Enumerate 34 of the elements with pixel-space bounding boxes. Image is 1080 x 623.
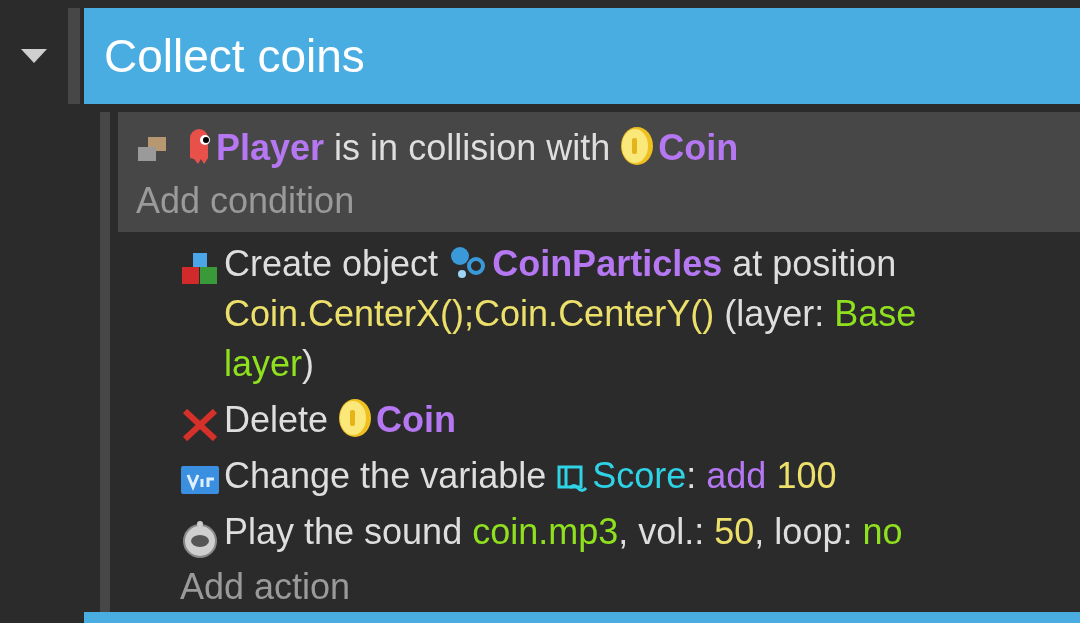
event-text: Create object xyxy=(224,243,439,284)
coin-icon xyxy=(620,126,655,166)
blocks-icon xyxy=(180,251,220,287)
string-value: layer xyxy=(224,343,303,384)
cross-icon xyxy=(180,407,220,443)
event-text: ) xyxy=(302,343,315,384)
object-name: Coin xyxy=(658,127,739,168)
variable-name: Score xyxy=(592,455,687,496)
var-icon xyxy=(180,463,220,497)
expression-text: Coin.CenterX();Coin.CenterY() xyxy=(224,293,715,334)
event-text: , loop: xyxy=(754,511,853,552)
string-value: no xyxy=(862,511,903,552)
object-name: Player xyxy=(216,127,325,168)
event-text: Play the sound xyxy=(224,511,463,552)
object-name: CoinParticles xyxy=(492,243,723,284)
event-text: Delete xyxy=(224,399,329,440)
collapse-arrow-icon[interactable] xyxy=(21,49,47,63)
string-value: Base xyxy=(834,293,917,334)
event-text: is in collision with xyxy=(334,127,611,168)
event-text: : xyxy=(686,455,697,496)
add-condition-link[interactable]: Add condition xyxy=(136,176,355,226)
group-title[interactable]: Collect coins xyxy=(84,8,1080,104)
object-name: Coin xyxy=(376,399,457,440)
coin-icon xyxy=(338,398,373,438)
add-action-link[interactable]: Add action xyxy=(180,562,351,612)
speaker-icon xyxy=(180,519,220,559)
expression-text: 100 xyxy=(776,455,837,496)
event-text: (layer: xyxy=(724,293,825,334)
event-text: at position xyxy=(732,243,897,284)
event-text: Change the variable xyxy=(224,455,547,496)
expression-text: 50 xyxy=(714,511,755,552)
string-value: coin.mp3 xyxy=(472,511,619,552)
operator-text: add xyxy=(706,455,767,496)
event-text: , vol.: xyxy=(618,511,705,552)
